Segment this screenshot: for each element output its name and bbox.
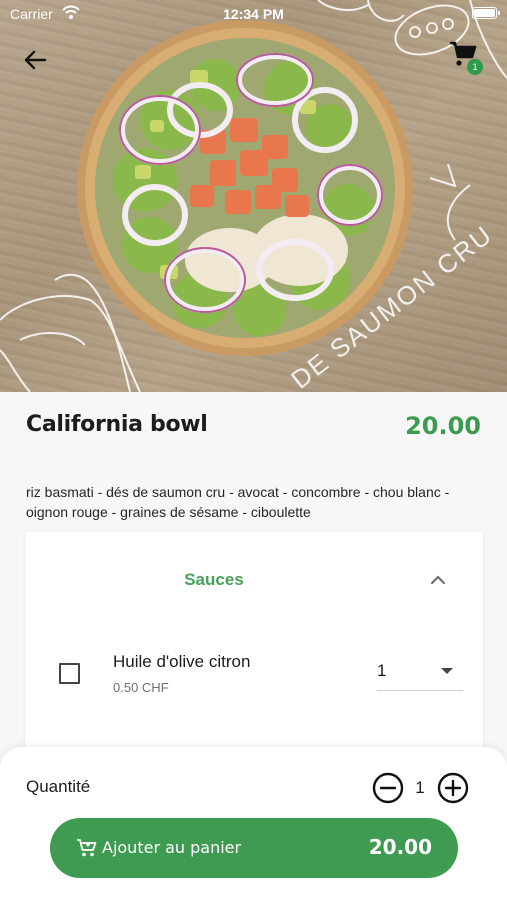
product-hero-image: DE SAUMON CRU Carrier 12:34 PM 1 — [0, 0, 507, 392]
increase-quantity-button[interactable] — [437, 772, 469, 804]
cart-button[interactable]: 1 — [448, 40, 488, 80]
decrease-quantity-button[interactable] — [372, 772, 404, 804]
option-quantity-select[interactable]: 1 — [377, 657, 463, 691]
option-price: 0.50 CHF — [113, 680, 169, 695]
quantity-value: 1 — [415, 778, 425, 797]
poke-bowl-illustration: DE SAUMON CRU — [0, 0, 507, 392]
collapse-toggle-button[interactable] — [425, 570, 451, 590]
option-quantity-value: 1 — [377, 661, 387, 680]
options-group-title: Sauces — [184, 570, 244, 589]
option-name: Huile d'olive citron — [113, 652, 251, 671]
options-group-sauces: Sauces Huile d'olive citron 0.50 CHF 1 — [25, 532, 483, 752]
plus-circle-icon — [437, 772, 469, 804]
add-to-cart-total: 20.00 — [368, 835, 432, 859]
add-to-cart-label: Ajouter au panier — [102, 838, 242, 857]
back-arrow-icon — [24, 50, 47, 70]
product-price: 20.00 — [405, 412, 481, 440]
add-to-cart-panel: Quantité 1 Ajouter au panier 20.00 — [0, 747, 507, 900]
add-to-cart-button[interactable]: Ajouter au panier 20.00 — [50, 818, 458, 878]
option-checkbox[interactable] — [59, 663, 80, 684]
battery-icon — [472, 7, 500, 19]
product-name: California bowl — [26, 412, 208, 437]
minus-circle-icon — [372, 772, 404, 804]
quantity-label: Quantité — [26, 777, 91, 796]
status-time: 12:34 PM — [223, 6, 284, 22]
product-description: riz basmati - dés de saumon cru - avocat… — [26, 484, 450, 520]
status-bar: Carrier 12:34 PM — [0, 0, 507, 28]
cart-count-badge: 1 — [467, 59, 483, 75]
add-to-cart-icon — [77, 839, 97, 857]
back-button[interactable] — [18, 44, 52, 76]
chevron-up-icon — [431, 575, 445, 584]
dropdown-arrow-icon — [441, 668, 453, 674]
